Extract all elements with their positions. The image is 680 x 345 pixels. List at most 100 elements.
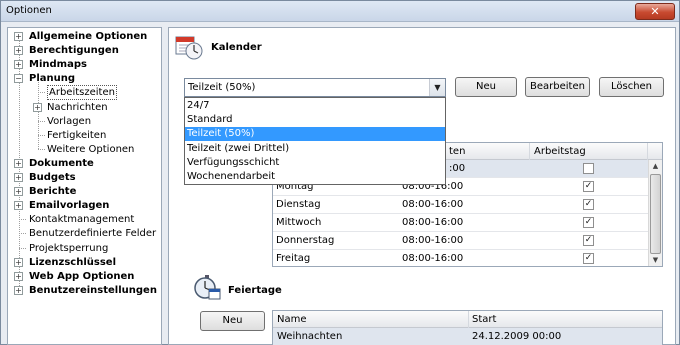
scroll-up-icon[interactable]: ▲ xyxy=(649,160,662,173)
workdays-divider xyxy=(449,124,667,125)
tree-item[interactable]: + Budgets xyxy=(8,171,161,184)
expand-icon[interactable]: + xyxy=(14,173,23,182)
expand-icon[interactable]: + xyxy=(14,257,23,267)
close-button[interactable]: ✕ xyxy=(635,3,675,20)
expand-icon[interactable]: + xyxy=(14,285,23,295)
holidays-grid: Name Start Weihnachten 24.12.2009 00:00 xyxy=(272,310,663,345)
workday-row[interactable]: Freitag 08:00-16:00 ✓ xyxy=(273,250,649,266)
kalender-title: Kalender xyxy=(211,42,262,53)
expand-icon[interactable]: + xyxy=(33,102,42,112)
options-window: Optionen ✕ + Allgemeine Optionen + Berechti… xyxy=(0,0,680,345)
expand-icon[interactable]: + xyxy=(14,201,23,211)
tree-item-label: Kontaktmanagement xyxy=(29,214,135,226)
calendar-edit-button[interactable]: Bearbeiten xyxy=(525,77,590,97)
tree-item-label: Berichte xyxy=(29,186,77,198)
kalender-divider xyxy=(265,48,667,49)
tree-item[interactable]: + Allgemeine Optionen xyxy=(8,30,161,43)
tree-connector xyxy=(19,247,26,249)
calendar-new-button[interactable]: Neu xyxy=(455,77,517,97)
calendar-dropdown-list: 24/7 Standard Teilzeit (50%) Teilzeit (zwei… xyxy=(184,97,446,185)
workday-row[interactable]: Dienstag 08:00-16:00 ✓ xyxy=(273,196,649,214)
tree-item-label: Allgemeine Optionen xyxy=(29,31,148,42)
column-separator xyxy=(647,143,648,160)
workday-time: 08:00-16:00 xyxy=(402,253,464,264)
tree-item[interactable]: + Berichte xyxy=(8,185,161,198)
holiday-row[interactable]: Weihnachten 24.12.2009 00:00 xyxy=(273,328,662,345)
tree-item-label: Berechtigungen xyxy=(29,45,119,57)
calendar-select-value: Teilzeit (50%) xyxy=(188,82,256,93)
workday-row[interactable]: Donnerstag 08:00-16:00 ✓ xyxy=(273,232,649,250)
tree-item[interactable]: Weitere Optionen xyxy=(8,143,161,156)
tree-item[interactable]: Benutzerdefinierte Felder xyxy=(8,227,161,240)
workday-name: Dienstag xyxy=(276,199,321,210)
expand-icon[interactable]: + xyxy=(14,46,23,56)
dropdown-option[interactable]: 24/7 xyxy=(185,99,445,113)
workday-checkbox[interactable]: ✓ xyxy=(583,235,594,246)
settings-pane: Kalender Teilzeit (50%) ▼ Neu Bearbeiten… xyxy=(168,27,676,345)
tree-item[interactable]: + Dokumente xyxy=(8,157,161,170)
column-separator xyxy=(529,143,530,160)
workday-checkbox[interactable] xyxy=(583,163,594,174)
calendar-delete-button[interactable]: Löschen xyxy=(599,77,664,97)
tree-item[interactable]: − Planung xyxy=(8,72,161,85)
workday-time: 08:00-16:00 xyxy=(402,199,464,210)
tree-item[interactable]: + Web App Optionen xyxy=(8,270,161,283)
expand-icon[interactable]: + xyxy=(14,271,23,281)
workday-checkbox[interactable]: ✓ xyxy=(583,217,594,228)
dropdown-option[interactable]: Teilzeit (zwei Drittel) xyxy=(185,142,445,156)
tree-item-label: Planung xyxy=(29,73,76,85)
holiday-new-button[interactable]: Neu xyxy=(200,311,265,331)
column-header-name[interactable]: Name xyxy=(277,314,307,325)
dropdown-option[interactable]: Wochenendarbeit xyxy=(185,170,445,184)
dropdown-option[interactable]: Teilzeit (50%) xyxy=(185,127,445,142)
tree-item[interactable]: + Nachrichten xyxy=(8,101,161,114)
vertical-scrollbar[interactable]: ▲ ▼ xyxy=(648,160,662,266)
workday-checkbox[interactable]: ✓ xyxy=(583,199,594,210)
workday-name: Mittwoch xyxy=(276,217,322,228)
workday-row[interactable]: Mittwoch 08:00-16:00 ✓ xyxy=(273,214,649,232)
calendar-select[interactable]: Teilzeit (50%) ▼ xyxy=(184,78,446,97)
tree-item[interactable]: Kontaktmanagement xyxy=(8,213,161,226)
tree-item-label: Dokumente xyxy=(29,157,94,169)
feiertage-divider xyxy=(283,291,667,292)
tree-item[interactable]: Projektsperrung xyxy=(8,242,161,255)
dropdown-option[interactable]: Standard xyxy=(185,113,445,127)
column-header-workday[interactable]: Arbeitstag xyxy=(534,146,586,157)
tree-item[interactable]: Arbeitszeiten xyxy=(8,85,161,101)
tree-item[interactable]: + Lizenzschlüssel xyxy=(8,256,161,269)
stopwatch-calendar-icon xyxy=(194,275,221,300)
scroll-thumb[interactable] xyxy=(650,174,661,254)
column-header-time[interactable]: ten xyxy=(449,146,465,157)
expand-icon[interactable]: + xyxy=(14,32,23,41)
chevron-down-icon[interactable]: ▼ xyxy=(429,79,445,96)
tree-item-label: Web App Optionen xyxy=(29,270,135,282)
tree-item-label: Projektsperrung xyxy=(29,242,109,254)
tree-item[interactable]: + Mindmaps xyxy=(8,58,161,71)
tree-item[interactable]: Fertigkeiten xyxy=(8,129,161,142)
tree-item-label: Fertigkeiten xyxy=(47,129,107,141)
workday-checkbox[interactable]: ✓ xyxy=(583,253,594,264)
calendar-clock-icon xyxy=(175,36,203,60)
options-tree: + Allgemeine Optionen + Berechtigungen + Mind… xyxy=(7,27,162,345)
holiday-name: Weihnachten xyxy=(277,331,343,342)
dropdown-option[interactable]: Verfügungsschicht xyxy=(185,156,445,170)
feiertage-title: Feiertage xyxy=(228,285,282,296)
expand-icon[interactable]: + xyxy=(14,60,23,70)
tree-item[interactable]: + Emailvorlagen xyxy=(8,199,161,212)
window-title: Optionen xyxy=(6,5,52,16)
expand-icon[interactable]: + xyxy=(14,158,23,168)
workday-checkbox[interactable]: ✓ xyxy=(583,181,594,192)
title-bar: Optionen ✕ xyxy=(1,1,679,22)
tree-item[interactable]: Vorlagen xyxy=(8,115,161,128)
tree-item[interactable]: + Berechtigungen xyxy=(8,44,161,57)
tree-connector xyxy=(19,233,26,235)
scroll-down-icon[interactable]: ▼ xyxy=(649,254,662,266)
tree-item[interactable]: + Benutzereinstellungen xyxy=(8,284,161,297)
collapse-icon[interactable]: − xyxy=(14,74,23,84)
holiday-start: 24.12.2009 00:00 xyxy=(472,331,562,342)
column-header-start[interactable]: Start xyxy=(472,314,496,325)
expand-icon[interactable]: + xyxy=(14,187,23,197)
tree-item-label: Nachrichten xyxy=(47,101,108,113)
tree-item-label: Weitere Optionen xyxy=(47,143,135,155)
tree-connector xyxy=(19,219,26,221)
